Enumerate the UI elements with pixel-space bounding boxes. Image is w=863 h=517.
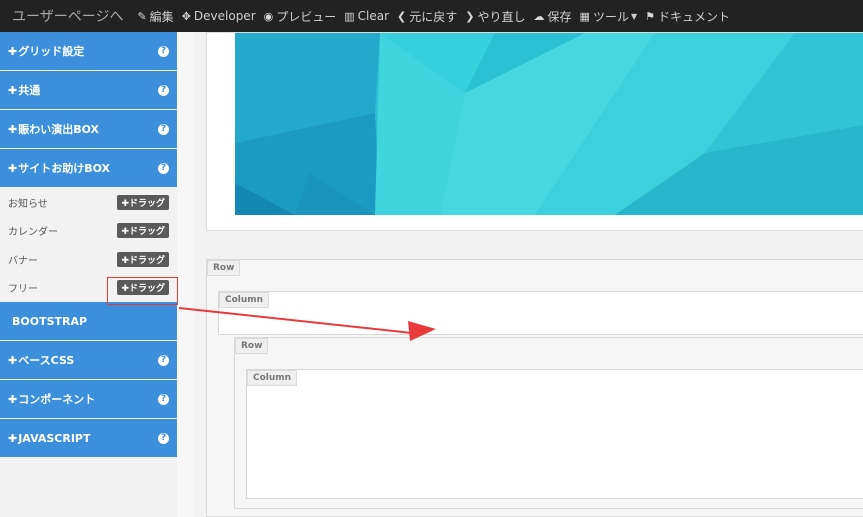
developer-button[interactable]: ✥ Developer <box>182 9 256 23</box>
code-icon: ✥ <box>181 9 191 23</box>
column-container[interactable]: Column <box>246 369 863 499</box>
edit-button[interactable]: ✎ 編集 <box>137 8 173 25</box>
help-icon[interactable]: ? <box>158 123 169 135</box>
plus-icon: ✚ <box>8 393 18 406</box>
eye-icon: ◉ <box>263 9 274 23</box>
cloud-save-icon: ☁ <box>533 9 545 23</box>
section-bustle-box[interactable]: ✚賑わい演出BOX ? <box>0 110 177 149</box>
help-icon[interactable]: ? <box>158 393 169 405</box>
highlight-box <box>107 277 178 305</box>
user-page-link[interactable]: ユーザーページへ <box>0 6 123 26</box>
section-grid-settings[interactable]: ✚グリッド設定 ? <box>0 32 177 71</box>
drag-handle[interactable]: ✚ドラッグ <box>117 251 169 267</box>
help-icon[interactable]: ? <box>158 354 169 366</box>
polygon-background-image <box>235 33 863 215</box>
flag-icon: ⚑ <box>645 9 655 23</box>
column-container[interactable]: Column <box>218 291 863 335</box>
plus-icon: ✚ <box>8 431 18 445</box>
section-common[interactable]: ✚共通 ? <box>0 71 177 110</box>
row-label[interactable]: Row <box>235 338 269 354</box>
section-site-help-box[interactable]: ✚サイトお助けBOX ? <box>0 149 177 188</box>
redo-icon: ❯ <box>465 9 475 23</box>
nested-row-container[interactable]: Row Column <box>234 337 863 509</box>
help-icon[interactable]: ? <box>158 162 169 174</box>
row-label[interactable]: Row <box>207 260 241 276</box>
help-icon[interactable]: ? <box>158 45 169 57</box>
column-label[interactable]: Column <box>247 370 298 386</box>
chevron-down-icon: ▼ <box>630 11 638 21</box>
tools-menu[interactable]: ▦ ツール ▼ <box>580 8 638 25</box>
row-container[interactable]: Row Column Row Column <box>206 259 863 517</box>
documents-link[interactable]: ⚑ ドキュメント <box>645 8 730 25</box>
help-icon[interactable]: ? <box>158 432 169 444</box>
trash-icon: ▥ <box>344 9 355 23</box>
image-panel <box>206 32 863 231</box>
plus-icon: ✚ <box>8 45 18 58</box>
section-components[interactable]: ✚コンポーネント ? <box>0 380 177 419</box>
clear-button[interactable]: ▥ Clear <box>344 9 389 23</box>
preview-button[interactable]: ◉ プレビュー <box>264 8 337 25</box>
list-item: カレンダー ✚ドラッグ <box>0 217 177 246</box>
list-item: お知らせ ✚ドラッグ <box>0 188 177 217</box>
plus-icon: ✚ <box>8 123 18 136</box>
save-button[interactable]: ☁ 保存 <box>534 8 572 25</box>
plus-icon: ✚ <box>8 84 18 97</box>
edit-icon: ✎ <box>137 9 147 23</box>
top-toolbar: ユーザーページへ ✎ 編集 ✥ Developer ◉ プレビュー ▥ Clear ❮ 元… <box>0 0 863 32</box>
undo-button[interactable]: ❮ 元に戻す <box>397 8 457 25</box>
canvas-gutter <box>177 32 194 517</box>
grid-icon: ▦ <box>579 9 590 23</box>
redo-button[interactable]: ❯ やり直し <box>465 8 525 25</box>
undo-icon: ❮ <box>397 9 407 23</box>
section-javascript[interactable]: ✚JAVASCRIPT ? <box>0 419 177 458</box>
editor-canvas: Row Column Row Column <box>194 32 863 517</box>
sidebar: ✚グリッド設定 ? ✚共通 ? ✚賑わい演出BOX ? ✚サイトお助けBOX ?… <box>0 32 177 517</box>
list-item: バナー ✚ドラッグ <box>0 245 177 274</box>
section-bootstrap[interactable]: BOOTSTRAP <box>0 302 177 341</box>
drag-handle[interactable]: ✚ドラッグ <box>117 194 169 210</box>
column-label[interactable]: Column <box>219 292 270 308</box>
help-icon[interactable]: ? <box>158 84 169 96</box>
section-base-css[interactable]: ✚ベースCSS ? <box>0 341 177 380</box>
plus-icon: ✚ <box>8 162 18 175</box>
drag-handle[interactable]: ✚ドラッグ <box>117 223 169 239</box>
plus-icon: ✚ <box>8 354 18 367</box>
